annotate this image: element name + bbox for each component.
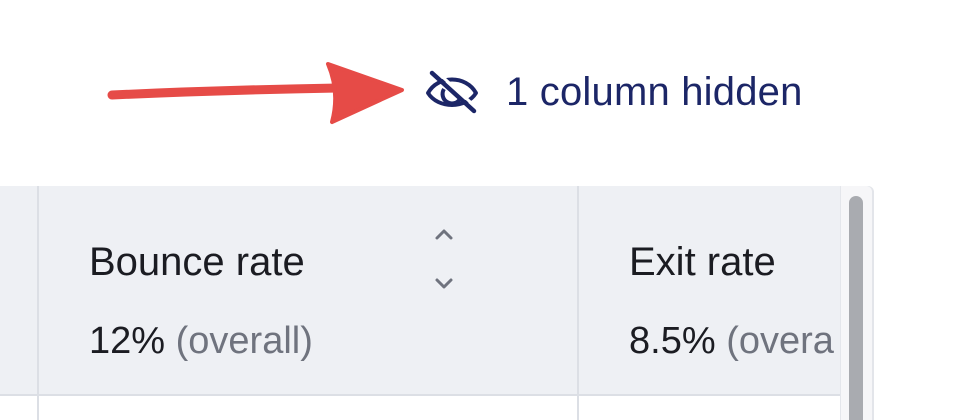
summary-qualifier: (overa [726,320,834,362]
chevron-up-icon [435,229,453,240]
annotation-arrow-icon [107,62,404,124]
summary-qualifier: (overall) [175,320,313,362]
hidden-columns-toggle[interactable]: 1 column hidden [424,62,803,122]
sort-toggle[interactable] [429,226,459,296]
column-header-bounce-rate[interactable]: Bounce rate 12% (overall) [39,186,577,420]
eye-slash-icon [426,69,480,114]
report-view: 1 column hidden Bounce rate 12% (overall… [0,0,974,420]
summary-value: 12% [89,320,166,362]
column-summary: 12% (overall) [89,320,313,363]
column-title: Bounce rate [89,240,305,284]
data-table: Bounce rate 12% (overall) Exit rate 8.5%… [0,186,872,420]
chevron-down-icon [435,278,453,289]
column-title: Exit rate [629,240,776,284]
column-header-exit-rate[interactable]: Exit rate 8.5% (overa [579,186,840,420]
table-first-row [0,394,840,420]
hidden-columns-label: 1 column hidden [506,69,803,114]
column-divider [577,396,579,420]
column-divider [37,396,39,420]
column-summary: 8.5% (overa [629,320,834,363]
scrollbar-thumb[interactable] [849,196,863,420]
summary-value: 8.5% [629,320,716,362]
vertical-scrollbar[interactable] [840,186,872,420]
